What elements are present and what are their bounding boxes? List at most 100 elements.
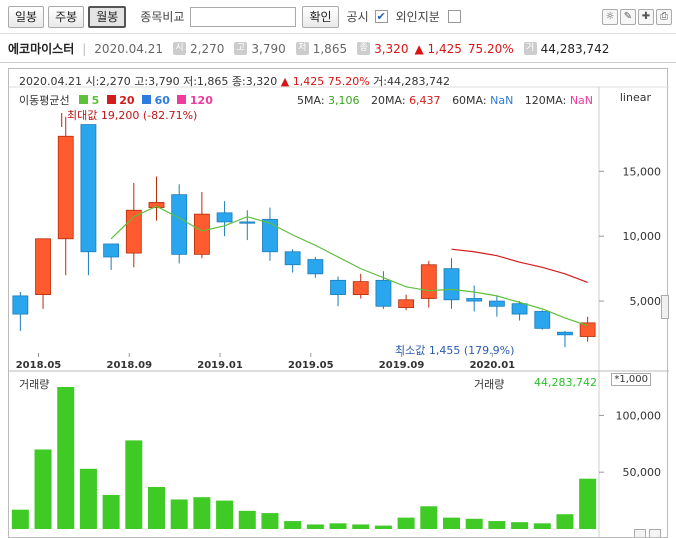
header-ohlc-text: 2020.04.21 시:2,270 고:3,790 저:1,865 종:3,3… — [19, 75, 278, 88]
candle-body — [216, 212, 233, 223]
volume-bar — [79, 468, 97, 529]
chart-canvas[interactable]: 5,00010,00015,00050,000100,0002018.05 201… — [9, 69, 669, 538]
compare-input[interactable] — [190, 6, 297, 27]
pencil-icon[interactable]: ✎ — [620, 9, 636, 25]
candle-body — [488, 300, 505, 307]
info-close: 3,320 — [374, 41, 409, 56]
candle-body — [307, 259, 324, 275]
volume-bar — [374, 525, 392, 529]
candle-body — [330, 279, 346, 295]
crosshair-icon[interactable]: ✚ — [638, 9, 654, 25]
volume-label: 거래량 — [19, 378, 50, 391]
candle-body — [193, 213, 210, 255]
volume-scale-label: *1,000 — [611, 373, 651, 386]
high-icon: 고 — [234, 42, 248, 55]
candle-body — [443, 268, 460, 301]
date-tick-label: 2018.09 — [106, 360, 152, 371]
info-high: 3,790 — [251, 41, 286, 56]
volume-bar — [420, 506, 438, 529]
disclosure-checkbox[interactable]: ✔ — [374, 10, 388, 23]
close-icon: 종 — [357, 42, 371, 55]
price-tick-label: 5,000 — [630, 295, 662, 308]
weekly-button[interactable]: 주봉 — [48, 5, 85, 28]
candle-body — [466, 298, 483, 302]
zoom-in-button[interactable] — [649, 529, 661, 537]
ma20-label: 20MA: — [371, 94, 406, 107]
volume-bar — [148, 486, 165, 529]
candle-body — [511, 303, 528, 315]
candle-body — [103, 243, 120, 258]
volume-bar — [57, 387, 75, 529]
candle-body — [420, 264, 437, 299]
volume-bar — [216, 500, 234, 529]
candle-body — [239, 221, 256, 224]
ma20-line — [451, 248, 588, 283]
candle-body — [12, 295, 29, 315]
ma60-value: NaN — [490, 94, 514, 107]
candle-body — [352, 281, 369, 295]
info-open: 2,270 — [190, 41, 225, 56]
ma5-swatch — [79, 95, 89, 104]
volume-bar — [170, 499, 188, 529]
price-chart[interactable]: 5,000 10,000 15,000 50,000 100,000 2018.05 201… — [8, 68, 669, 538]
zoom-out-button[interactable] — [634, 529, 646, 537]
volume-bar — [488, 521, 506, 529]
price-tick-label: 15,000 — [623, 165, 662, 178]
price-tick-label: 10,000 — [623, 230, 662, 243]
volume-bar — [306, 524, 324, 529]
ma5-legend[interactable]: 5 — [92, 94, 100, 107]
foreign-checkbox[interactable] — [447, 10, 461, 23]
monthly-button[interactable]: 월봉 — [88, 5, 127, 28]
info-date: 2020.04.21 — [94, 41, 164, 56]
date-tick-label: 2019.09 — [379, 360, 425, 371]
ma5-value: 3,106 — [328, 94, 360, 107]
date-tick-label: 2019.05 — [288, 360, 334, 371]
volume-bar — [533, 523, 551, 529]
date-tick-label: 2020.01 — [470, 360, 516, 371]
candle-body — [375, 279, 392, 307]
separator: | — [82, 41, 87, 56]
volume-label-right: 거래량 — [474, 378, 505, 391]
volume-bar — [125, 440, 143, 529]
ma-legend-label: 이동평균선 — [19, 94, 70, 107]
scale-mode-button[interactable]: linear — [620, 91, 651, 104]
candle-body — [35, 238, 51, 295]
header-change-pct: 75.20% — [327, 75, 370, 88]
volume-bar — [11, 509, 29, 529]
volume-bar — [34, 449, 52, 529]
ma60-legend[interactable]: 60 — [155, 94, 170, 107]
ma60-swatch — [142, 95, 152, 104]
ma120-value: NaN — [569, 94, 594, 107]
volume-bar — [261, 513, 279, 529]
chart-tools: ☼ ✎ ✚ ⎙ — [600, 9, 672, 25]
volume-tick-label: 50,000 — [623, 466, 662, 479]
candle-body — [171, 194, 188, 255]
volume-bar — [352, 524, 370, 529]
ma120-label: 120MA: — [524, 94, 567, 107]
candle-body — [262, 218, 278, 253]
info-change: ▲ 1,425 — [414, 41, 462, 56]
min-price-label: 최소값 1,455 (179.9%) — [395, 344, 515, 357]
stock-name: 에코마이스터 — [8, 42, 75, 56]
confirm-button[interactable]: 확인 — [302, 5, 339, 28]
ma120-legend[interactable]: 120 — [190, 94, 213, 107]
header-volume: 거:44,283,742 — [373, 75, 450, 88]
volume-bar — [238, 510, 256, 529]
volume-value: 44,283,742 — [534, 376, 597, 389]
ma-legend: 이동평균선 5 20 60 120 — [19, 92, 213, 108]
volume-bar — [556, 514, 574, 529]
candle-body — [557, 331, 573, 336]
daily-button[interactable]: 일봉 — [8, 5, 45, 28]
print-icon[interactable]: ⎙ — [656, 9, 672, 25]
info-change-pct: 75.20% — [467, 41, 514, 56]
low-icon: 저 — [295, 42, 309, 55]
collapse-handle[interactable] — [661, 295, 669, 319]
stock-info-bar: 에코마이스터 | 2020.04.21 시 2,270 고 3,790 저 1,… — [0, 35, 676, 63]
chart-window: 일봉 주봉 월봉 종목비교 확인 공시 ✔ 외인지분 ☼ ✎ ✚ ⎙ 에코마이스… — [0, 0, 676, 538]
toolbar: 일봉 주봉 월봉 종목비교 확인 공시 ✔ 외인지분 ☼ ✎ ✚ ⎙ — [0, 0, 676, 34]
volume-bar — [329, 523, 347, 529]
header-change: ▲ 1,425 — [280, 75, 325, 88]
open-icon: 시 — [173, 42, 187, 55]
bulb-icon[interactable]: ☼ — [602, 9, 618, 25]
ma20-legend[interactable]: 20 — [119, 94, 134, 107]
